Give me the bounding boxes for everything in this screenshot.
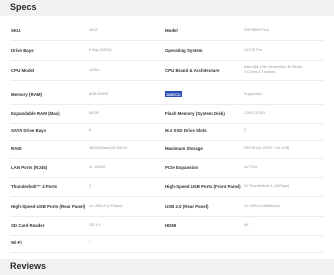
spec-value: 64GB xyxy=(89,111,99,115)
spec-label: Memory (RAM) xyxy=(11,92,42,97)
spec-value: 8 Bay (SATA) xyxy=(89,48,112,52)
spec-value: UGOS Pro xyxy=(244,48,263,52)
row-divider xyxy=(10,252,324,253)
specs-title: Specs xyxy=(10,2,37,12)
spec-label: High-Speed USB Ports (Rear Panel) xyxy=(11,204,86,209)
spec-label: Expandable RAM (Max) xyxy=(11,111,60,116)
spec-label: Flash Memory (System Disk) xyxy=(165,111,225,116)
spec-label: HDMI xyxy=(165,223,177,228)
reviews-title: Reviews xyxy=(10,261,47,271)
spec-label: SKU xyxy=(11,28,21,33)
spec-label: USB 2.0 (Rear Panel) xyxy=(165,204,209,209)
spec-row: RAID JBOD/Basic/0/1/5/6/10 Maximum Storage… xyxy=(0,139,334,159)
spec-row: Thunderbolt™ 4 Ports 2 High-Speed USB Port… xyxy=(0,177,334,197)
spec-row: High-Speed USB Ports (Rear Panel) 2x USB-… xyxy=(0,197,334,217)
spec-row: CPU Model 1235u CPU Brand & Architecture In… xyxy=(0,61,334,81)
spec-value: 2 xyxy=(89,184,92,188)
spec-value: Intel x86 12th Generation i5 Series 4 Co… xyxy=(244,65,303,74)
spec-label: SATA Drive Bays xyxy=(11,128,47,133)
spec-row: SATA Drive Bays 8 M.2 SSD Drive Slots 2 xyxy=(0,121,334,141)
reviews-section-header: Reviews xyxy=(0,259,334,275)
spec-value: 2x USB-A (480Mbps) xyxy=(244,204,280,208)
spec-value: 8GB DDR5 xyxy=(89,92,108,96)
spec-row: SKU 3928 Model DXP8800 Plus xyxy=(0,21,334,41)
spec-label: RAID xyxy=(11,146,22,151)
spec-label: Operating System xyxy=(165,48,203,53)
spec-row: Drive Bays 8 Bay (SATA) Operating System UG… xyxy=(0,41,334,61)
spec-label: CPU Brand & Architecture xyxy=(165,68,220,73)
spec-value: 256TB (8x 24TB + 2x 4TB) xyxy=(244,146,290,150)
spec-row: Memory (RAM) 8GB DDR5 DDECC Supported xyxy=(0,85,334,105)
spec-value: 2x 10GbE xyxy=(89,165,106,169)
spec-row: LAN Ports (RJ45) 2x 10GbE PCIe Expansion 1x… xyxy=(0,158,334,178)
spec-row: Wi-Fi / xyxy=(0,233,334,253)
spec-label: LAN Ports (RJ45) xyxy=(11,165,48,170)
spec-value: SD 4.0 xyxy=(89,223,101,227)
spec-value: 8 xyxy=(89,128,92,132)
ecc-badge: DDECC xyxy=(165,91,183,97)
spec-value: 128G QSSD xyxy=(244,111,266,115)
spec-value: 3928 xyxy=(89,28,98,32)
spec-value: DXP8800 Plus xyxy=(244,28,269,32)
row-divider xyxy=(10,80,324,81)
spec-label: PCIe Expansion xyxy=(165,165,199,170)
spec-label: CPU Model xyxy=(11,68,35,73)
spec-value: 2x Thunderbolt 4 (40Gbps) xyxy=(244,184,290,188)
spec-value: 2x USB-A (10Gbps) xyxy=(89,204,123,208)
spec-label: SD Card Reader xyxy=(11,223,45,228)
spec-label: Thunderbolt™ 4 Ports xyxy=(11,184,58,189)
spec-label: Maximum Storage xyxy=(165,146,203,151)
spec-value: JBOD/Basic/0/1/5/6/10 xyxy=(89,146,128,150)
spec-value: 1235u xyxy=(89,68,100,72)
spec-value: / xyxy=(89,240,91,244)
specs-section-header: Specs xyxy=(0,0,334,16)
spec-value: 2 xyxy=(244,128,247,132)
spec-value: 8K xyxy=(244,223,249,227)
spec-value: 1x PCIe xyxy=(244,165,258,169)
spec-label: M.2 SSD Drive Slots xyxy=(165,128,207,133)
spec-value: Supported xyxy=(244,92,262,96)
spec-label: High-Speed USB Ports (Front Panel) xyxy=(165,184,241,189)
spec-label: Wi-Fi xyxy=(11,240,22,245)
spec-label: Model xyxy=(165,28,178,33)
spec-label: Drive Bays xyxy=(11,48,34,53)
